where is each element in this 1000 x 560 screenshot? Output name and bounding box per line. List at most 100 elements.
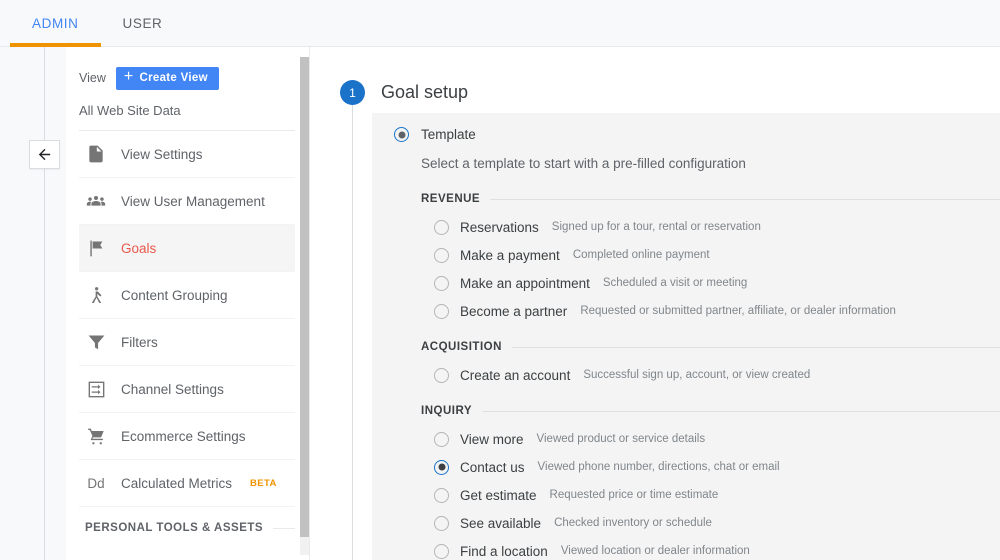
option-name: Create an account <box>460 367 571 383</box>
rail-vertical-line <box>44 47 45 560</box>
people-group-icon <box>85 190 107 212</box>
plus-icon: + <box>123 68 134 85</box>
sidebar-item-segments-partial[interactable] <box>79 549 295 560</box>
main-content: 1 Goal setup Template Select a template … <box>310 47 1000 560</box>
tab-admin[interactable]: ADMIN <box>10 0 101 47</box>
template-description: Select a template to start with a pre-fi… <box>421 156 746 171</box>
option-name: Become a partner <box>460 303 568 319</box>
option-description: Signed up for a tour, rental or reservat… <box>551 221 761 233</box>
sidebar-item-label: Ecommerce Settings <box>121 428 246 444</box>
step-connector-line <box>352 105 353 560</box>
template-group-inquiry: INQUIRY View more Viewed product or servic… <box>372 397 1000 560</box>
sidebar-item-label: View User Management <box>121 193 265 209</box>
document-icon <box>85 143 107 165</box>
template-option-row[interactable]: Template <box>372 127 1000 142</box>
back-arrow-icon <box>36 146 53 163</box>
sidebar-item-label: Channel Settings <box>121 381 224 397</box>
template-option-become-a-partner[interactable]: Become a partner Requested or submitted p… <box>421 297 1000 325</box>
option-name: View more <box>460 431 524 447</box>
sidebar-nav-list: View Settings View User Management Goals Co… <box>79 131 295 507</box>
option-description: Viewed product or service details <box>536 433 706 445</box>
option-description: Successful sign up, account, or view cre… <box>583 369 811 381</box>
group-heading-row: ACQUISITION <box>421 333 1000 361</box>
radio-button[interactable] <box>434 219 449 235</box>
radio-button[interactable] <box>434 275 449 291</box>
option-name: Get estimate <box>460 487 537 503</box>
radio-button[interactable] <box>434 431 449 447</box>
template-group-acquisition: ACQUISITION Create an account Successful s… <box>372 333 1000 389</box>
sidebar-scrollbar-thumb[interactable] <box>300 57 309 537</box>
template-option-view-more[interactable]: View more Viewed product or service detai… <box>421 425 1000 453</box>
content-grouping-icon <box>85 284 107 306</box>
group-heading-row: INQUIRY <box>421 397 1000 425</box>
option-name: Reservations <box>460 219 539 235</box>
radio-button[interactable] <box>434 303 449 319</box>
sidebar-item-label: Filters <box>121 334 158 350</box>
sidebar-item-content-grouping[interactable]: Content Grouping <box>79 272 295 319</box>
sidebar-item-goals[interactable]: Goals <box>79 225 295 272</box>
template-option-make-an-appointment[interactable]: Make an appointment Scheduled a visit or … <box>421 269 1000 297</box>
sidebar-item-calculated-metrics[interactable]: Dd Calculated Metrics BETA <box>79 460 295 507</box>
sidebar-section-personal-tools: PERSONAL TOOLS & ASSETS <box>79 507 295 549</box>
template-option-find-a-location[interactable]: Find a location Viewed location or dealer… <box>421 537 1000 560</box>
section-divider <box>273 527 295 529</box>
step-number-badge: 1 <box>340 80 365 105</box>
sidebar-section-label: PERSONAL TOOLS & ASSETS <box>85 522 264 534</box>
sidebar-item-label: Calculated Metrics <box>121 475 233 491</box>
radio-button[interactable] <box>434 487 449 503</box>
back-arrow-button[interactable] <box>29 140 60 169</box>
option-description: Viewed location or dealer information <box>560 545 750 557</box>
dd-icon: Dd <box>87 475 105 491</box>
admin-sidebar: View + Create View All Web Site Data Vie… <box>66 47 308 560</box>
group-heading-label: REVENUE <box>421 193 481 205</box>
create-view-button[interactable]: + Create View <box>115 66 219 90</box>
group-heading-label: INQUIRY <box>421 405 472 417</box>
template-option-get-estimate[interactable]: Get estimate Requested price or time esti… <box>421 481 1000 509</box>
option-name: Find a location <box>460 543 548 559</box>
template-panel: Template Select a template to start with… <box>372 113 1000 560</box>
sidebar-item-view-settings[interactable]: View Settings <box>79 131 295 178</box>
group-heading-rule <box>482 410 1000 412</box>
radio-button[interactable] <box>434 543 449 559</box>
template-group-list: REVENUE Reservations Signed up for a tour,… <box>372 185 1000 560</box>
template-option-create-an-account[interactable]: Create an account Successful sign up, acc… <box>421 361 1000 389</box>
template-radio[interactable] <box>394 127 409 142</box>
group-heading-row: REVENUE <box>421 185 1000 213</box>
group-heading-label: ACQUISITION <box>421 341 502 353</box>
sidebar-item-label: Goals <box>121 240 157 256</box>
option-name: Make an appointment <box>460 275 590 291</box>
sidebar-item-ecommerce-settings[interactable]: Ecommerce Settings <box>79 413 295 460</box>
view-header-row: View + Create View <box>79 47 295 95</box>
option-description: Checked inventory or schedule <box>554 517 712 529</box>
tab-label: ADMIN <box>32 16 79 31</box>
filter-funnel-icon <box>85 331 107 353</box>
option-description: Requested or submitted partner, affiliat… <box>580 305 896 317</box>
radio-button[interactable] <box>434 515 449 531</box>
sidebar-item-view-user-management[interactable]: View User Management <box>79 178 295 225</box>
radio-button[interactable] <box>434 459 449 475</box>
top-tab-bar: ADMIN USER <box>0 0 1000 47</box>
template-option-reservations[interactable]: Reservations Signed up for a tour, rental… <box>421 213 1000 241</box>
tab-label: USER <box>122 16 163 31</box>
flag-icon <box>85 237 107 259</box>
tab-list: ADMIN USER <box>0 0 1000 47</box>
template-option-see-available[interactable]: See available Checked inventory or schedu… <box>421 509 1000 537</box>
sidebar-item-filters[interactable]: Filters <box>79 319 295 366</box>
option-name: Contact us <box>460 459 525 475</box>
view-label: View <box>79 71 106 85</box>
template-option-contact-us[interactable]: Contact us Viewed phone number, direction… <box>421 453 1000 481</box>
sidebar-item-label: Content Grouping <box>121 287 228 303</box>
option-description: Viewed phone number, directions, chat or… <box>537 461 780 473</box>
sidebar-item-channel-settings[interactable]: Channel Settings <box>79 366 295 413</box>
radio-button[interactable] <box>434 247 449 263</box>
goal-setup-step-header: 1 Goal setup <box>340 80 468 105</box>
tab-user[interactable]: USER <box>101 0 185 47</box>
option-name: Make a payment <box>460 247 560 263</box>
beta-badge: BETA <box>250 477 277 489</box>
option-description: Completed online payment <box>572 249 710 261</box>
current-view-name[interactable]: All Web Site Data <box>79 95 295 131</box>
template-option-make-a-payment[interactable]: Make a payment Completed online payment <box>421 241 1000 269</box>
channel-settings-icon <box>85 378 107 400</box>
left-rail <box>0 47 66 560</box>
radio-button[interactable] <box>434 367 449 383</box>
